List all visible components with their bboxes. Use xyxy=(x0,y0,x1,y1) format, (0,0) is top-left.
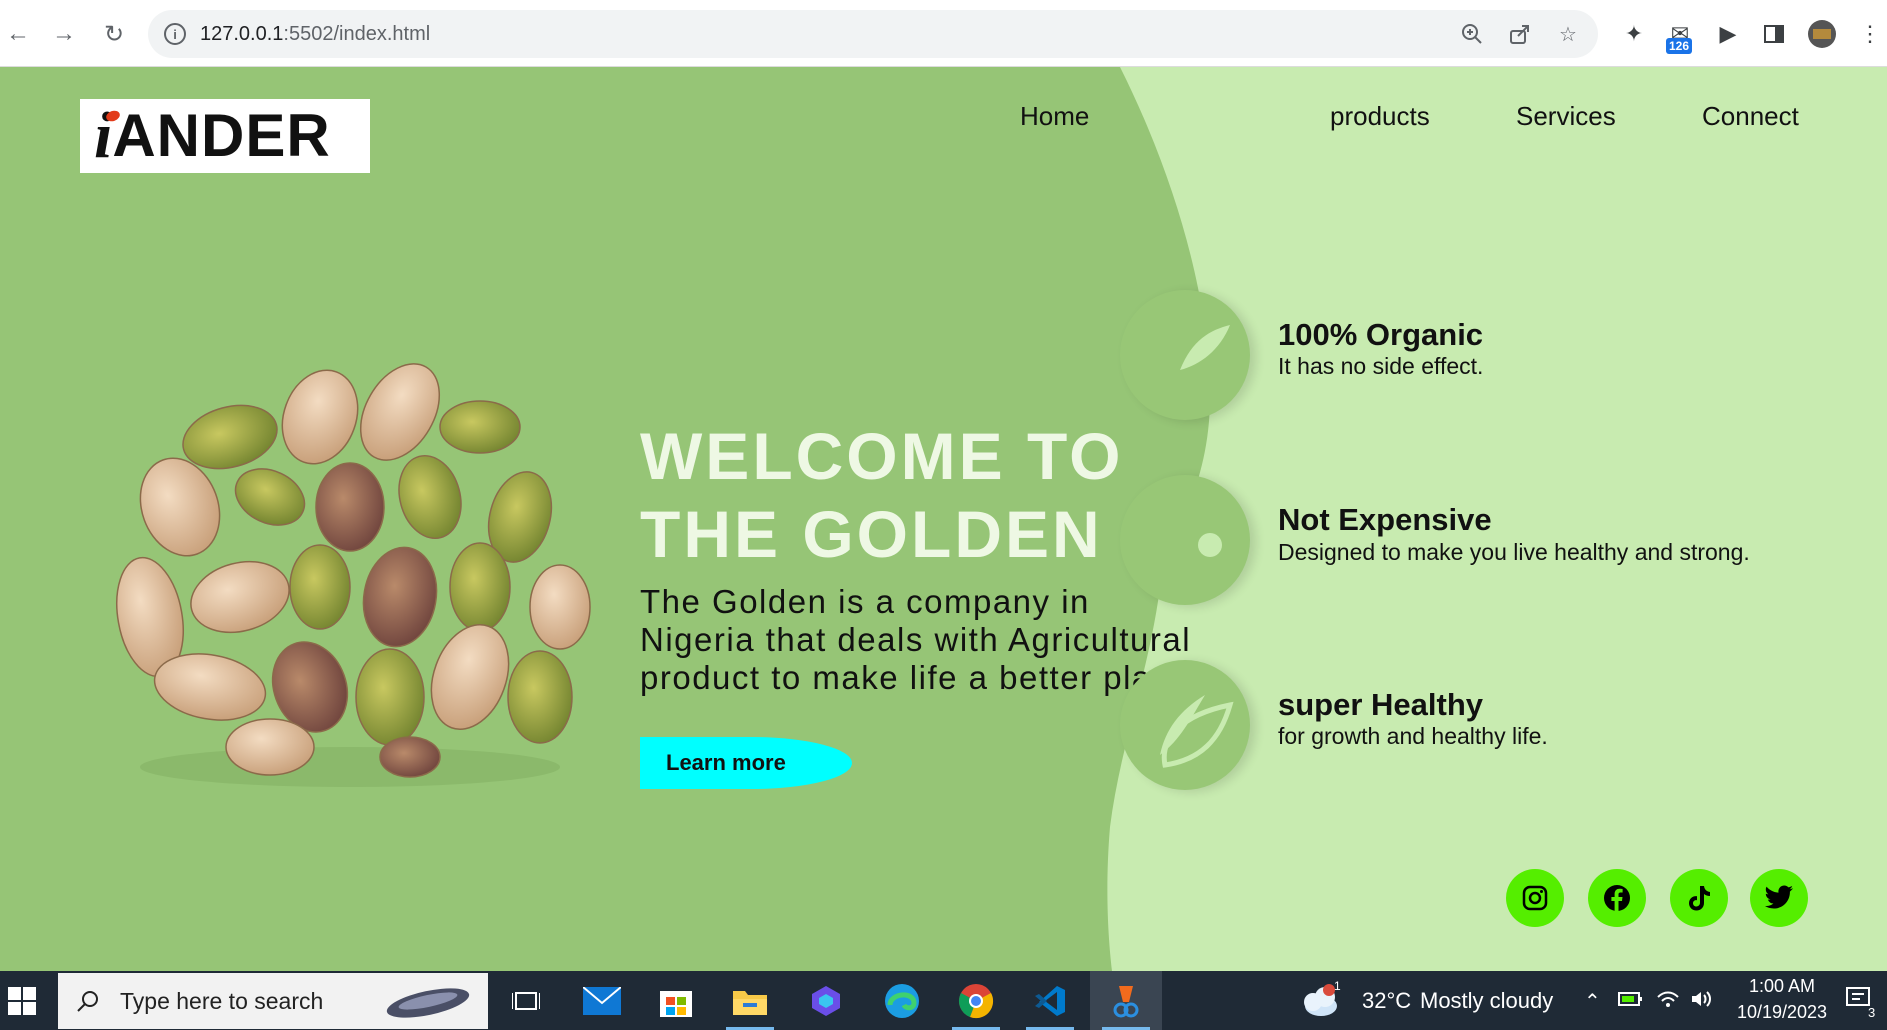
feature-subtitle: Designed to make you live healthy and st… xyxy=(1278,539,1750,565)
site-info-icon[interactable]: i xyxy=(164,23,186,45)
zoom-icon[interactable] xyxy=(1460,22,1484,46)
feature-subtitle: It has no side effect. xyxy=(1278,353,1484,379)
notification-count: 3 xyxy=(1868,1005,1876,1020)
logo[interactable]: i ANDER xyxy=(80,99,370,173)
instagram-icon[interactable] xyxy=(1506,869,1564,927)
hero-title: WELCOME TO THE GOLDEN xyxy=(640,419,1124,571)
reload-icon[interactable]: ↻ xyxy=(96,16,132,52)
facebook-icon[interactable] xyxy=(1588,869,1646,927)
vscode-icon[interactable] xyxy=(1014,971,1086,1030)
chrome-browser-icon[interactable] xyxy=(940,971,1012,1030)
task-view-icon[interactable] xyxy=(490,971,562,1030)
nav-connect[interactable]: Connect xyxy=(1702,101,1799,132)
paint-app-icon[interactable] xyxy=(1090,971,1162,1030)
weather-temp[interactable]: 32°C xyxy=(1362,988,1411,1014)
extension-icon[interactable]: ✦ xyxy=(1618,18,1650,50)
search-icon xyxy=(77,991,98,1012)
pistachio-image xyxy=(116,363,591,787)
address-bar[interactable]: i 127.0.0.1:5502/index.html ☆ xyxy=(148,10,1598,58)
menu-dots-icon[interactable]: ⋮ xyxy=(1854,18,1886,50)
search-highlight-image xyxy=(386,988,470,1018)
chevron-up-icon[interactable]: ⌃ xyxy=(1584,989,1601,1014)
wifi-icon[interactable] xyxy=(1656,989,1680,1015)
leaves-icon xyxy=(1120,660,1250,790)
side-panel-icon[interactable] xyxy=(1758,18,1790,50)
puzzle-extensions-icon[interactable]: ▶ xyxy=(1712,18,1744,50)
tiktok-icon[interactable] xyxy=(1670,869,1728,927)
url-text: 127.0.0.1:5502/index.html xyxy=(200,22,431,45)
share-icon[interactable] xyxy=(1508,22,1532,46)
windows-start-icon[interactable] xyxy=(8,987,36,1015)
weather-condition[interactable]: Mostly cloudy xyxy=(1420,988,1553,1014)
clock-date[interactable]: 10/19/2023 xyxy=(1728,1002,1836,1023)
feature-title: 100% Organic xyxy=(1278,317,1484,352)
feature-title: Not Expensive xyxy=(1278,502,1492,537)
store-app-icon[interactable] xyxy=(640,971,712,1030)
edge-browser-icon[interactable] xyxy=(866,971,938,1030)
nav-services[interactable]: Services xyxy=(1516,101,1616,132)
taskbar-search-box[interactable]: Type here to search xyxy=(58,973,488,1029)
twitter-icon[interactable] xyxy=(1750,869,1808,927)
windows-taskbar: Type here to search 1 32°C Mostly cloudy… xyxy=(0,971,1887,1030)
mail-count-badge: 126 xyxy=(1666,38,1693,54)
nav-home[interactable]: Home xyxy=(1020,101,1089,132)
file-explorer-icon[interactable] xyxy=(714,971,786,1030)
learn-more-button[interactable]: Learn more xyxy=(640,737,852,789)
web-page: i ANDER Home products Services Connect W… xyxy=(0,67,1887,971)
feature-title: super Healthy xyxy=(1278,687,1484,722)
clock-time[interactable]: 1:00 AM xyxy=(1740,976,1824,997)
copilot-app-icon[interactable] xyxy=(790,971,862,1030)
feature-subtitle: for growth and healthy life. xyxy=(1278,723,1548,749)
hero-description: The Golden is a company in Nigeria that … xyxy=(640,583,1192,696)
volume-icon[interactable] xyxy=(1690,989,1714,1015)
battery-icon[interactable] xyxy=(1618,989,1644,1015)
leaf-icon xyxy=(1120,290,1250,420)
tag-icon xyxy=(1120,475,1250,605)
bookmark-star-icon[interactable]: ☆ xyxy=(1556,22,1580,46)
browser-toolbar: ← → ↻ i 127.0.0.1:5502/index.html ☆ ✦ ✉ … xyxy=(0,0,1887,67)
mail-app-icon[interactable] xyxy=(566,971,638,1030)
weather-alert-count: 1 xyxy=(1334,979,1341,993)
forward-icon[interactable]: → xyxy=(46,16,82,52)
nav-products[interactable]: products xyxy=(1330,101,1430,132)
back-icon[interactable]: ← xyxy=(0,16,36,52)
profile-avatar[interactable] xyxy=(1806,18,1838,50)
